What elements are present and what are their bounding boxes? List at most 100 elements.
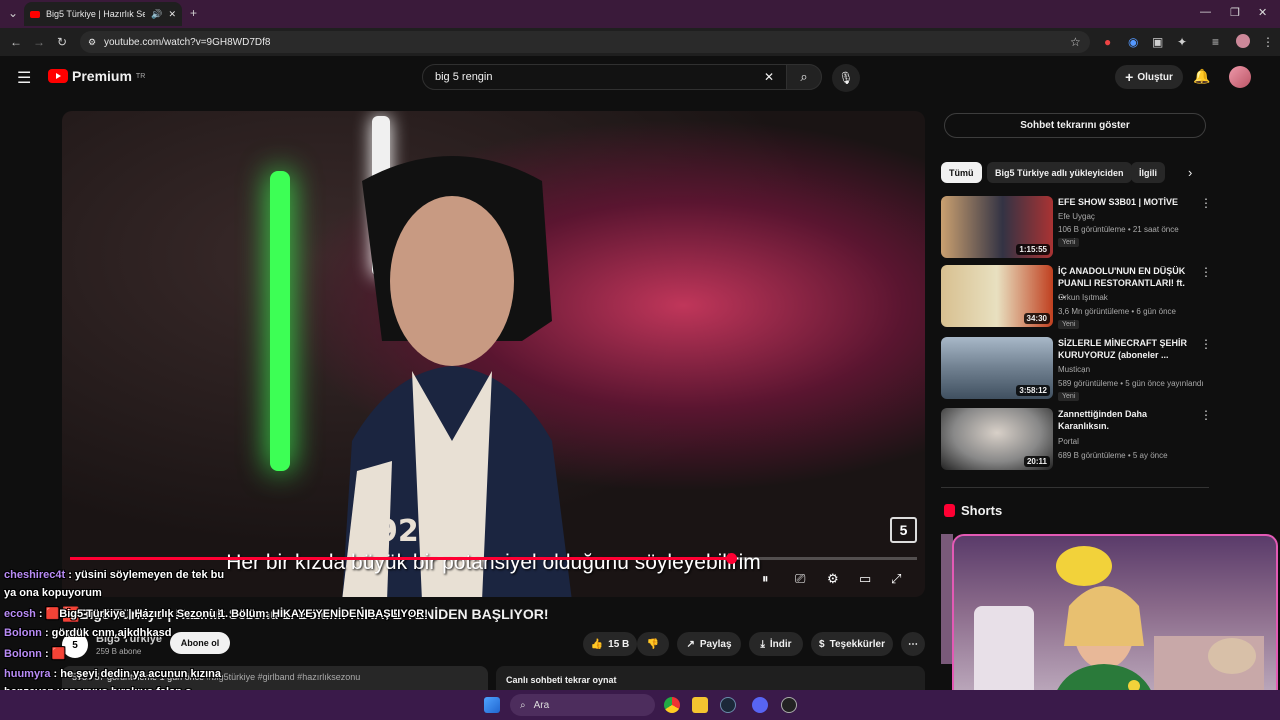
new-badge: Yeni <box>1058 392 1080 401</box>
recommendation-channel[interactable]: Musticạn <box>1058 365 1090 374</box>
search-input[interactable]: big 5 rengin ✕ <box>422 64 787 90</box>
forward-icon[interactable]: → <box>33 35 45 49</box>
chat-message: Bolonn : 🟥 <box>4 647 65 660</box>
thumbs-down-icon: 👎 <box>646 638 660 650</box>
extension-icon[interactable]: ● <box>1104 35 1111 49</box>
chip-related[interactable]: İlgili <box>1131 162 1165 183</box>
hamburger-menu-icon[interactable]: ☰ <box>17 68 31 88</box>
discord-icon[interactable] <box>752 697 768 713</box>
search-button[interactable]: ⌕ <box>786 64 822 90</box>
recommendation-title[interactable]: SİZLERLE MİNECRAFT ŞEHİR KURUYORUZ (abon… <box>1058 337 1188 361</box>
progress-bar[interactable] <box>70 553 917 564</box>
clear-search-icon[interactable]: ✕ <box>764 70 774 84</box>
video-thumbnail[interactable]: 3:58:12 <box>941 337 1053 399</box>
windows-start-icon[interactable] <box>484 697 500 713</box>
chrome-icon[interactable] <box>664 697 680 713</box>
chip-all[interactable]: Tümü <box>941 162 982 183</box>
chips-next-icon[interactable]: › <box>1188 165 1192 180</box>
recommendation-channel[interactable]: Portal <box>1058 437 1079 446</box>
close-window-icon[interactable]: ✕ <box>1258 6 1267 19</box>
taskbar-search-input[interactable]: ⌕ Ara <box>510 694 655 716</box>
notifications-bell-icon[interactable]: 🔔 <box>1193 68 1210 85</box>
region-code: TR <box>135 72 146 80</box>
chat-username: cheshirec4t <box>4 569 66 581</box>
recommendation-item[interactable]: 1:15:55 EFE SHOW S3B01 | MOTİVE Efe Uyga… <box>941 196 1212 262</box>
fullscreen-icon[interactable]: ⤢ <box>891 571 901 587</box>
more-vertical-icon[interactable]: ⋮ <box>1200 196 1212 210</box>
video-thumbnail[interactable]: 34:30 <box>941 265 1053 327</box>
reload-icon[interactable]: ↻ <box>57 35 67 49</box>
recommendation-item[interactable]: 34:30 İÇ ANADOLU'NUN EN DÜŞÜK PUANLI RES… <box>941 265 1212 331</box>
video-thumbnail[interactable]: 20:11 <box>941 408 1053 470</box>
hashtags[interactable]: #big5türkiye #girlband #hazırlıksezonu <box>207 672 361 682</box>
browser-tab[interactable]: Big5 Türkiye | Hazırlık Sezonu 🔊 ✕ <box>24 2 182 26</box>
menu-kebab-icon[interactable]: ⋮ <box>1262 35 1274 49</box>
autoplay-toggle[interactable]: ⏸ <box>762 571 769 587</box>
speaker-icon[interactable]: 🔊 <box>151 9 162 20</box>
more-actions-button[interactable]: ⋯ <box>901 632 925 656</box>
close-tab-icon[interactable]: ✕ <box>168 9 176 20</box>
site-info-icon[interactable]: ⚙ <box>88 37 96 48</box>
search-icon: ⌕ <box>520 699 526 711</box>
more-vertical-icon[interactable]: ⋮ <box>1200 265 1212 279</box>
reading-list-icon[interactable]: ≡ <box>1212 35 1219 49</box>
download-button[interactable]: ⤓ İndir <box>749 632 803 656</box>
progress-scrubber[interactable] <box>725 553 737 564</box>
recommendation-item[interactable]: 20:11 Zannettiğinden Daha Karanlıksın. P… <box>941 408 1212 474</box>
create-label: Oluştur <box>1137 71 1173 83</box>
video-thumbnail[interactable]: 1:15:55 <box>941 196 1053 258</box>
new-badge: Yeni <box>1058 320 1080 329</box>
miniplayer-icon[interactable]: ▭ <box>859 571 871 587</box>
channel-watermark[interactable]: 5 <box>890 517 917 543</box>
svg-text:92: 92 <box>377 514 419 549</box>
steam-icon[interactable] <box>720 697 736 713</box>
thanks-button[interactable]: $ Teşekkürler <box>811 632 893 656</box>
tab-title: Big5 Türkiye | Hazırlık Sezonu <box>46 9 146 19</box>
account-avatar[interactable] <box>1229 66 1251 88</box>
show-chat-replay-button[interactable]: Sohbet tekrarını göster <box>944 113 1206 138</box>
chat-message: ecosh : 🟥Big5 Türkiye | Hazırlık Sezonu … <box>4 607 428 620</box>
recommendation-title[interactable]: Zannettiğinden Daha Karanlıksın. <box>1058 408 1188 432</box>
back-icon[interactable]: ← <box>10 35 22 49</box>
recommendation-meta: 589 görüntüleme • 5 gün önce yayınlandı <box>1058 379 1204 388</box>
recommendation-channel[interactable]: Efe Uygaç <box>1058 212 1095 221</box>
like-button[interactable]: 👍 15 B <box>583 632 637 656</box>
file-explorer-icon[interactable] <box>692 697 708 713</box>
extension-icon[interactable]: ▣ <box>1152 35 1163 49</box>
tab-list-icon[interactable]: ⌄ <box>8 6 18 20</box>
chip-from-uploader[interactable]: Big5 Türkiye adlı yükleyiciden <box>987 162 1132 183</box>
dislike-button[interactable]: 👎 <box>637 632 669 656</box>
minimize-icon[interactable]: — <box>1200 6 1211 18</box>
settings-gear-icon[interactable]: ⚙ <box>827 571 839 587</box>
extensions-puzzle-icon[interactable]: ✦ <box>1177 35 1187 49</box>
restore-icon[interactable]: ❐ <box>1230 6 1240 19</box>
chat-username: Bolonn <box>4 648 42 660</box>
share-button[interactable]: ↗ Paylaş <box>677 632 741 656</box>
video-player[interactable]: 92 5 Her bir kızda büyük bir potansiyel … <box>62 111 925 597</box>
recommendation-item[interactable]: 3:58:12 SİZLERLE MİNECRAFT ŞEHİR KURUYOR… <box>941 337 1212 403</box>
more-vertical-icon[interactable]: ⋮ <box>1200 408 1212 422</box>
browser-tabbar: ⌄ Big5 Türkiye | Hazırlık Sezonu 🔊 ✕ + —… <box>0 0 1280 28</box>
new-tab-icon[interactable]: + <box>190 6 197 20</box>
app-icon[interactable] <box>781 697 797 713</box>
bookmark-star-icon[interactable]: ☆ <box>1070 35 1081 49</box>
extension-icon[interactable]: ◉ <box>1128 35 1138 49</box>
download-icon: ⤓ <box>760 638 765 650</box>
profile-avatar[interactable] <box>1236 34 1250 48</box>
create-button[interactable]: + Oluştur <box>1115 65 1183 89</box>
chat-text: : 🟥Big5 Türkiye | Hazırlık Sezonu 1. Böl… <box>35 608 428 620</box>
share-icon: ↗ <box>686 638 695 650</box>
youtube-logo[interactable]: Premium TR <box>48 68 145 84</box>
address-input[interactable]: ⚙ youtube.com/watch?v=9GH8WD7Df8 <box>80 31 1090 53</box>
more-vertical-icon[interactable]: ⋮ <box>1200 337 1212 351</box>
captions-icon[interactable]: ⎚ <box>795 571 805 587</box>
recommendation-title[interactable]: EFE SHOW S3B01 | MOTİVE <box>1058 196 1188 208</box>
chat-text: : gördük cnm ajkdhkasd <box>41 627 172 639</box>
video-frame-person: 92 <box>342 156 572 597</box>
subscribe-button[interactable]: Abone ol <box>170 632 230 654</box>
voice-search-button[interactable]: 🎙 <box>832 64 860 92</box>
subscriber-count: 259 B abone <box>96 647 142 656</box>
download-label: İndir <box>769 638 792 650</box>
chat-text: : he şeyi dedin ya acunun kızına <box>50 668 222 680</box>
recommendation-channel[interactable]: Orkun Işıtmak <box>1058 293 1108 302</box>
